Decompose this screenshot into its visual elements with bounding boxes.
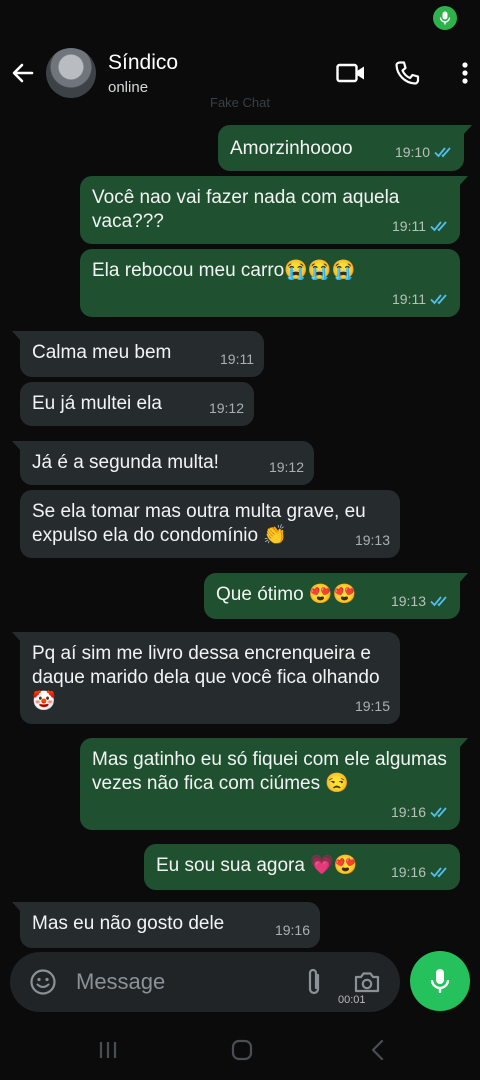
double-check-icon xyxy=(430,596,447,607)
more-options-icon[interactable] xyxy=(448,56,480,90)
message-text: Calma meu bem xyxy=(32,342,172,363)
message-text: Já é a segunda multa! xyxy=(32,452,219,473)
message-bubble-incoming[interactable]: Mas eu não gosto dele 19:16 xyxy=(12,902,320,948)
double-check-icon xyxy=(430,807,447,818)
message-time: 19:16 xyxy=(274,922,310,938)
message-bubble-outgoing[interactable]: Ela rebocou meu carro😭😭😭 19:11 xyxy=(80,249,460,317)
back-nav-icon[interactable] xyxy=(362,1034,394,1066)
message-bubble-outgoing[interactable]: Mas gatinho eu só fiquei com ele algumas… xyxy=(80,738,468,830)
double-check-icon xyxy=(430,294,447,305)
message-time: 19:13 xyxy=(390,593,426,609)
message-time: 19:11 xyxy=(220,351,254,367)
message-bubble-outgoing[interactable]: Que ótimo 😍😍 19:13 xyxy=(204,573,468,619)
video-call-icon[interactable] xyxy=(334,56,368,90)
watermark-text: Fake Chat xyxy=(210,95,270,110)
message-text: Se ela tomar mas outra multa grave, eu e… xyxy=(32,501,366,546)
message-time: 19:11 xyxy=(392,218,426,234)
message-time: 19:11 xyxy=(392,291,426,307)
mic-in-use-indicator-icon xyxy=(433,6,457,30)
phone-icon[interactable] xyxy=(390,56,424,90)
contact-avatar[interactable] xyxy=(46,48,96,98)
message-text: Pq aí sim me livro dessa encrenqueira e … xyxy=(32,643,380,712)
message-time: 19:16 xyxy=(390,804,426,820)
microphone-icon[interactable] xyxy=(410,951,470,1011)
message-bubble-incoming[interactable]: Já é a segunda multa! 19:12 xyxy=(12,441,314,485)
double-check-icon xyxy=(430,221,447,232)
system-navigation-bar xyxy=(0,1020,480,1080)
double-check-icon xyxy=(434,147,451,158)
message-text: Você nao vai fazer nada com aquela vaca?… xyxy=(92,187,400,232)
message-text: Mas eu não gosto dele xyxy=(32,913,225,934)
emoji-icon[interactable] xyxy=(26,965,60,999)
message-text: Ela rebocou meu carro😭😭😭 xyxy=(92,260,356,281)
message-time: 19:12 xyxy=(208,400,244,416)
recent-apps-icon[interactable] xyxy=(92,1034,124,1066)
message-time: 19:10 xyxy=(394,144,430,160)
back-arrow-icon[interactable] xyxy=(6,56,40,90)
message-bubble-outgoing[interactable]: Você nao vai fazer nada com aquela vaca?… xyxy=(80,176,468,244)
home-icon[interactable] xyxy=(226,1034,258,1066)
message-input[interactable] xyxy=(76,966,296,998)
status-bar xyxy=(0,0,480,40)
message-time: 19:12 xyxy=(268,459,304,475)
double-check-icon xyxy=(430,867,447,878)
contact-name[interactable]: Síndico xyxy=(108,51,178,75)
message-bubble-outgoing[interactable]: Eu sou sua agora 💗😍 19:16 xyxy=(144,844,460,890)
message-text: Mas gatinho eu só fiquei com ele algumas… xyxy=(92,749,447,794)
message-time: 19:15 xyxy=(354,698,390,714)
message-bubble-incoming[interactable]: Pq aí sim me livro dessa encrenqueira e … xyxy=(12,632,400,724)
message-bubble-incoming[interactable]: Se ela tomar mas outra multa grave, eu e… xyxy=(20,490,400,558)
message-bubble-incoming[interactable]: Calma meu bem 19:11 xyxy=(12,331,264,377)
contact-status: online xyxy=(108,79,149,96)
recording-timer: 00:01 xyxy=(338,994,366,1006)
message-time: 19:16 xyxy=(390,864,426,880)
message-bubble-incoming[interactable]: Eu já multei ela 19:12 xyxy=(20,382,254,426)
message-bubble-outgoing[interactable]: Amorzinhoooo 19:10 xyxy=(218,125,472,171)
message-time: 19:13 xyxy=(354,532,390,548)
paperclip-icon[interactable] xyxy=(300,965,328,999)
